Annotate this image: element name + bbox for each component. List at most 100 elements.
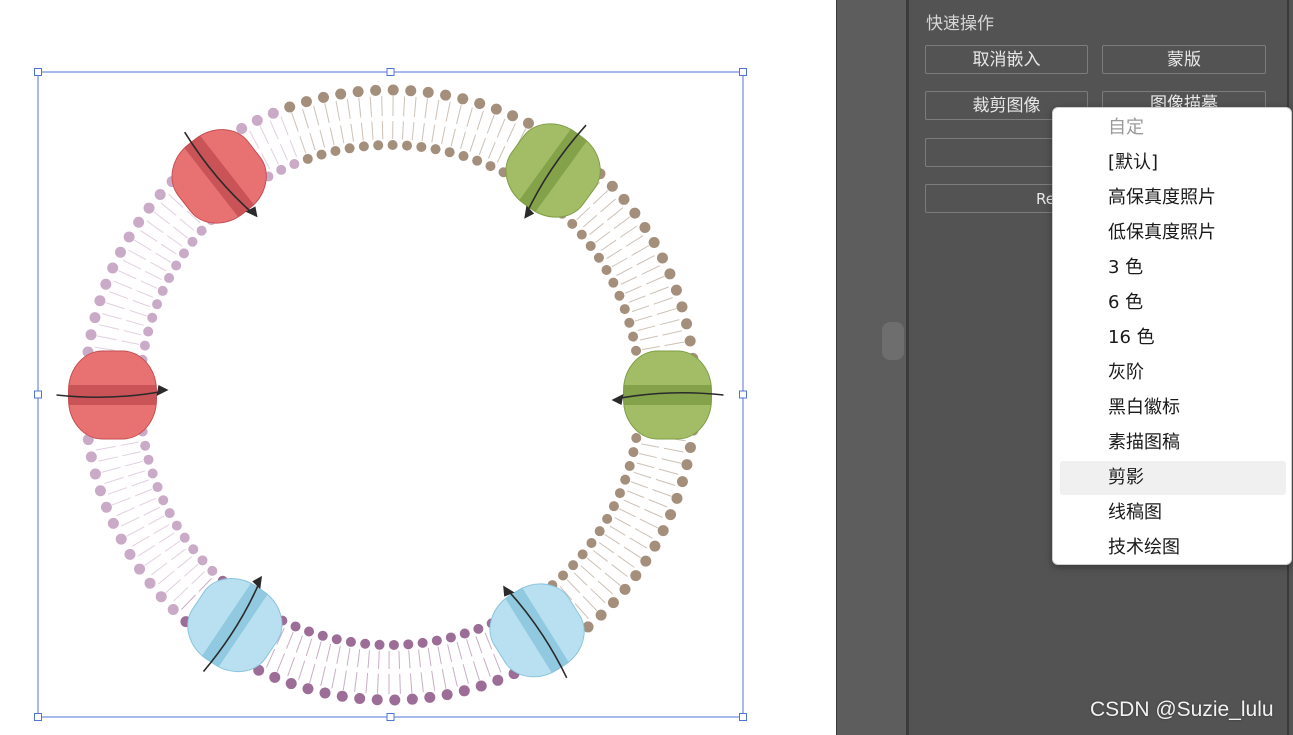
menu-item-line-art[interactable]: 线稿图: [1060, 496, 1286, 530]
lipid-head: [336, 690, 348, 702]
lipid-tail: [611, 564, 628, 578]
lipid-head: [576, 229, 587, 240]
lipid-tail: [431, 670, 436, 691]
lipid-head: [276, 164, 287, 175]
menu-item-black-white-logo[interactable]: 黑白徽标: [1060, 391, 1286, 425]
lipid-tail: [409, 673, 413, 694]
lipid-head: [607, 597, 619, 609]
lipid-head: [114, 246, 126, 258]
lipid-head: [614, 488, 625, 499]
lipid-tail: [326, 643, 332, 662]
lipid-tail: [466, 107, 473, 127]
lipid-tail: [104, 477, 124, 484]
resize-handle[interactable]: [34, 68, 42, 76]
lipid-tail: [105, 302, 125, 310]
menu-item-high-fidelity-photo[interactable]: 高保真度照片: [1060, 181, 1286, 215]
lipid-tail: [191, 571, 205, 585]
lipid-tail: [350, 123, 354, 142]
lipid-tail: [663, 447, 684, 453]
resize-handle[interactable]: [34, 390, 42, 399]
lipid-head: [593, 252, 604, 263]
resize-handle[interactable]: [386, 713, 395, 721]
lipid-head: [100, 501, 112, 513]
resize-handle[interactable]: [34, 713, 42, 721]
mask-button[interactable]: 蒙版: [1102, 45, 1266, 74]
lipid-head: [671, 492, 683, 504]
lipid-head: [445, 632, 456, 643]
lipid-tail: [137, 544, 156, 557]
artboard-canvas[interactable]: [0, 0, 836, 735]
lipid-tail: [633, 471, 652, 479]
lipid-tail: [598, 542, 615, 554]
resize-handle[interactable]: [739, 390, 747, 399]
lipid-tail: [133, 239, 152, 251]
lipid-tail: [302, 108, 309, 129]
resize-handle[interactable]: [739, 713, 747, 721]
lipid-head: [147, 312, 158, 323]
lipid-head: [304, 626, 315, 637]
panel-divider[interactable]: [906, 0, 909, 735]
watermark: CSDN @Suzie_lulu: [1090, 698, 1274, 721]
lipid-tail: [309, 132, 316, 151]
menu-item-grayscale[interactable]: 灰阶: [1060, 356, 1286, 390]
lipid-tail: [128, 249, 147, 261]
lipid-head: [370, 84, 382, 96]
lipid-head: [157, 285, 168, 296]
lipid-tail: [447, 644, 453, 663]
lipid-head: [197, 555, 208, 566]
menu-item-16-colors[interactable]: 16 色: [1060, 321, 1286, 355]
lipid-tail: [144, 553, 162, 567]
lipid-head: [602, 513, 613, 524]
panel-collapse-handle[interactable]: [882, 322, 904, 360]
lipid-tail: [331, 668, 337, 689]
lipid-tail: [276, 653, 286, 673]
menu-item-low-fidelity-photo[interactable]: 低保真度照片: [1060, 216, 1286, 250]
lipid-tail: [340, 125, 345, 144]
lipid-head: [492, 674, 504, 686]
lipid-head: [681, 318, 693, 330]
menu-item-sketch-art[interactable]: 素描图稿: [1060, 426, 1286, 460]
lipid-head: [167, 604, 179, 616]
lipid-head: [352, 86, 364, 98]
protein-blue-right: [489, 583, 585, 679]
lipid-tail: [662, 330, 683, 336]
lipid-tail: [437, 646, 442, 665]
lipid-tail: [146, 220, 164, 233]
arrow-head: [156, 385, 169, 396]
lipid-tail: [644, 508, 663, 519]
lipid-head: [269, 671, 281, 683]
lipid-head: [416, 141, 427, 152]
membrane-illustration[interactable]: [0, 0, 836, 735]
lipid-tail: [589, 222, 604, 235]
lipid-head: [302, 683, 314, 695]
lipid-tail: [506, 123, 516, 142]
menu-item-technical-drawing[interactable]: 技术绘图: [1060, 531, 1286, 565]
lipid-tail: [166, 235, 183, 247]
menu-item-custom: 自定: [1108, 117, 1144, 138]
lipid-head: [284, 101, 296, 113]
unembed-button[interactable]: 取消嵌入: [925, 45, 1088, 74]
lipid-tail: [597, 580, 614, 595]
lipid-head: [251, 114, 263, 126]
lipid-tail: [143, 506, 161, 516]
resize-handle[interactable]: [386, 68, 395, 76]
lipid-tail: [99, 324, 119, 330]
lipid-head: [441, 689, 453, 701]
lipid-tail: [637, 325, 656, 331]
lipid-head: [490, 103, 502, 115]
lipid-head: [684, 441, 696, 453]
lipid-tail: [411, 121, 415, 141]
menu-item-silhouette[interactable]: 剪影: [1060, 461, 1286, 495]
lipid-tail: [140, 229, 158, 242]
lipid-tail: [604, 572, 621, 586]
lipid-tail: [117, 270, 137, 280]
lipid-head: [373, 140, 384, 151]
menu-item-default[interactable]: [默认]: [1060, 146, 1286, 180]
menu-item-3-colors[interactable]: 3 色: [1060, 251, 1286, 285]
lipid-tail: [150, 562, 168, 576]
resize-handle[interactable]: [739, 68, 747, 76]
lipid-tail: [158, 532, 175, 544]
menu-item-6-colors[interactable]: 6 色: [1060, 286, 1286, 320]
lipid-head: [558, 570, 569, 581]
lipid-tail: [320, 666, 326, 686]
